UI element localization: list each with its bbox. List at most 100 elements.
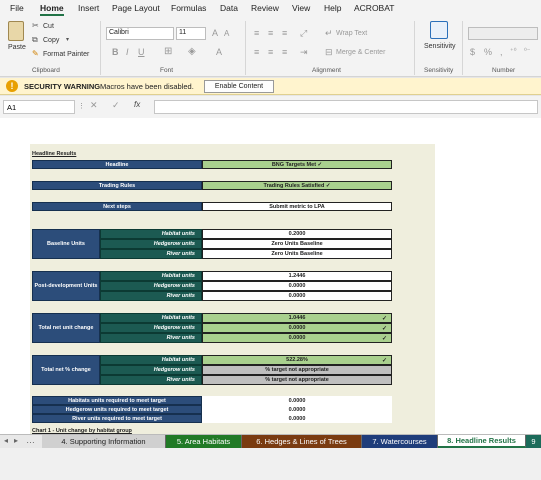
align-center-icon[interactable]: ≡	[268, 47, 273, 57]
menu-data[interactable]: Data	[220, 3, 238, 13]
netunit-river-value[interactable]: 0.0000 ✓	[202, 333, 392, 343]
orientation-icon[interactable]: ⤢	[300, 28, 307, 39]
number-format-select[interactable]	[468, 27, 538, 40]
scroll-right-icon[interactable]: ▸	[14, 436, 18, 445]
tab-watercourses[interactable]: 7. Watercourses	[362, 435, 438, 448]
netpct-habitat-value[interactable]: 522.28% ✓	[202, 355, 392, 365]
menu-bar: File Home Insert Page Layout Formulas Da…	[0, 0, 541, 17]
group-label-font: Font	[160, 67, 174, 74]
group-label-sensitivity: Sensitivity	[424, 67, 454, 74]
ribbon: Paste ✂ Cut ⧉ Copy ▾ ✎ Format Painter Cl…	[0, 17, 541, 77]
percent-icon[interactable]: %	[484, 47, 492, 57]
middle-align-icon[interactable]: ≡	[268, 28, 273, 38]
netpct-hedgerow-value[interactable]: % target not appropriate	[202, 365, 392, 375]
tab-next[interactable]: 9	[526, 435, 541, 448]
group-divider	[100, 21, 101, 75]
menu-help[interactable]: Help	[324, 3, 341, 13]
menu-view[interactable]: View	[292, 3, 310, 13]
tab-area-habitats[interactable]: 5. Area Habitats	[166, 435, 242, 448]
river-required-value[interactable]: 0.0000	[202, 414, 392, 423]
font-color-icon[interactable]: A	[216, 47, 222, 57]
scroll-left-icon[interactable]: ◂	[4, 436, 8, 445]
postdev-habitat-value[interactable]: 1.2446	[202, 271, 392, 281]
italic-icon[interactable]: I	[126, 47, 129, 57]
habitat-required-value[interactable]: 0.0000	[202, 396, 392, 405]
netunit-hedgerow-value[interactable]: 0.0000 ✓	[202, 323, 392, 333]
check-icon: ✓	[381, 335, 387, 342]
formula-bar: A1 ⋮ ✕ ✓ fx	[0, 96, 541, 118]
baseline-river-value[interactable]: Zero Units Baseline	[202, 249, 392, 259]
fill-color-icon[interactable]: ◈	[188, 46, 196, 57]
more-tabs-icon[interactable]: …	[26, 435, 35, 445]
decrease-font-icon[interactable]: A	[224, 29, 229, 38]
top-align-icon[interactable]: ≡	[254, 28, 259, 38]
underline-icon[interactable]: U	[138, 47, 145, 57]
next-steps-label: Next steps	[32, 202, 202, 211]
netunit-hedgerow-type: Hedgerow units	[100, 323, 202, 333]
trading-rules-value[interactable]: Trading Rules Satisfied ✓	[202, 181, 392, 190]
menu-file[interactable]: File	[10, 3, 24, 13]
hedgerow-required-value[interactable]: 0.0000	[202, 405, 392, 414]
enable-content-button[interactable]: Enable Content	[204, 80, 274, 93]
paste-icon[interactable]	[8, 21, 24, 41]
netunit-habitat-type: Habitat units	[100, 313, 202, 323]
netpct-river-type: River units	[100, 375, 202, 385]
netpct-river-value[interactable]: % target not appropriate	[202, 375, 392, 385]
cut-icon: ✂	[32, 21, 39, 30]
menu-page-layout[interactable]: Page Layout	[112, 3, 160, 13]
menu-acrobat[interactable]: ACROBAT	[354, 3, 394, 13]
baseline-hedgerow-type: Hedgerow units	[100, 239, 202, 249]
status-bar	[0, 448, 541, 480]
netpct-hedgerow-type: Hedgerow units	[100, 365, 202, 375]
bold-icon[interactable]: B	[112, 47, 119, 57]
menu-review[interactable]: Review	[251, 3, 279, 13]
currency-icon[interactable]: $	[470, 47, 475, 57]
decrease-decimal-icon[interactable]: ⁰⁻	[524, 47, 531, 55]
sheet-tab-bar: ◂ ▸ … 4. Supporting Information 5. Area …	[0, 434, 541, 448]
group-label-number: Number	[492, 67, 516, 74]
merge-center-button[interactable]: Merge & Center	[336, 49, 385, 56]
menu-home[interactable]: Home	[40, 3, 64, 16]
menu-formulas[interactable]: Formulas	[171, 3, 206, 13]
habitat-required-label: Habitats units required to meet target	[32, 396, 202, 405]
next-steps-value[interactable]: Submit metric to LPA	[202, 202, 392, 211]
check-icon: ✓	[381, 325, 387, 332]
copy-button[interactable]: Copy	[43, 37, 59, 44]
baseline-hedgerow-value[interactable]: Zero Units Baseline	[202, 239, 392, 249]
paste-button[interactable]: Paste	[8, 44, 26, 51]
tab-supporting-information[interactable]: 4. Supporting Information	[42, 435, 166, 448]
netunit-habitat-value[interactable]: 1.0446 ✓	[202, 313, 392, 323]
baseline-habitat-value[interactable]: 0.2000	[202, 229, 392, 239]
baseline-river-type: River units	[100, 249, 202, 259]
borders-icon[interactable]: ⊞	[164, 46, 172, 57]
postdev-river-value[interactable]: 0.0000	[202, 291, 392, 301]
comma-icon[interactable]: ,	[500, 47, 503, 57]
enter-icon[interactable]: ✓	[112, 100, 120, 111]
baseline-units-label: Baseline Units	[32, 229, 100, 259]
name-box[interactable]: A1	[3, 100, 75, 114]
headline-value[interactable]: BNG Targets Met ✓	[202, 160, 392, 169]
font-size-select[interactable]: 11	[176, 27, 206, 40]
netpct-habitat-type: Habitat units	[100, 355, 202, 365]
font-name-select[interactable]: Calibri	[106, 27, 174, 40]
align-left-icon[interactable]: ≡	[254, 47, 259, 57]
bottom-align-icon[interactable]: ≡	[282, 28, 287, 38]
align-right-icon[interactable]: ≡	[282, 47, 287, 57]
postdev-hedgerow-value[interactable]: 0.0000	[202, 281, 392, 291]
tab-headline-results[interactable]: 8. Headline Results	[438, 435, 526, 448]
formula-input[interactable]	[154, 100, 538, 114]
wrap-text-button[interactable]: Wrap Text	[336, 30, 367, 37]
increase-decimal-icon[interactable]: ⁺⁰	[510, 47, 517, 55]
sensitivity-button[interactable]: Sensitivity	[424, 43, 456, 50]
insert-function-icon[interactable]: fx	[134, 100, 140, 109]
indent-icon[interactable]: ⇥	[300, 47, 308, 58]
tab-hedges-lines-of-trees[interactable]: 6. Hedges & Lines of Trees	[242, 435, 362, 448]
format-painter-button[interactable]: Format Painter	[43, 51, 89, 58]
increase-font-icon[interactable]: A	[212, 28, 218, 38]
cut-button[interactable]: Cut	[43, 23, 54, 30]
cancel-icon[interactable]: ✕	[90, 100, 98, 111]
menu-insert[interactable]: Insert	[78, 3, 99, 13]
chevron-down-icon[interactable]: ▾	[66, 36, 69, 43]
sensitivity-icon[interactable]	[430, 21, 448, 39]
check-icon: ✓	[381, 357, 387, 364]
